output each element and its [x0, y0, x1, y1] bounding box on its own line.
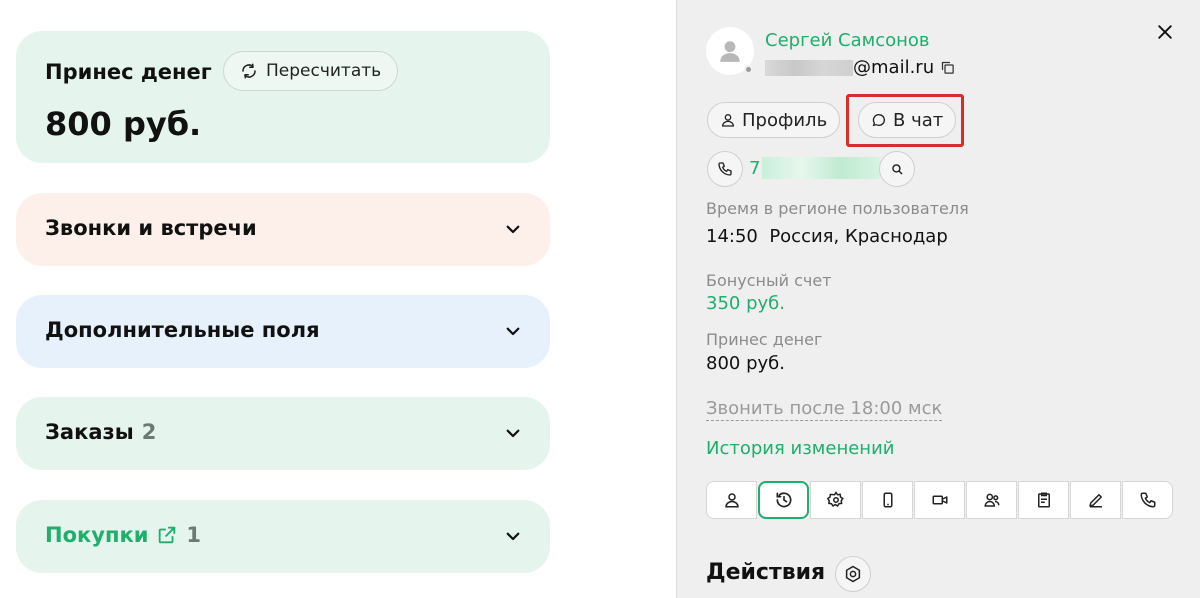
- chevron-down-icon[interactable]: [504, 322, 522, 340]
- email-row: @mail.ru: [765, 57, 955, 78]
- action-tabbar: [706, 481, 1173, 519]
- tab-users[interactable]: [966, 481, 1017, 519]
- refresh-icon: [242, 63, 256, 79]
- tab-video[interactable]: [914, 481, 965, 519]
- chevron-down-icon[interactable]: [504, 220, 522, 238]
- settings-icon: [826, 491, 844, 508]
- orders-title: Заказы: [45, 420, 134, 444]
- extra-fields-card[interactable]: Дополнительные поля: [16, 295, 550, 368]
- chevron-down-icon[interactable]: [504, 424, 522, 442]
- hexagon-settings-icon: [845, 565, 861, 583]
- tab-profile[interactable]: [706, 481, 757, 519]
- recalculate-label: Пересчитать: [266, 61, 382, 81]
- purchases-count: 1: [186, 523, 202, 547]
- phone-redacted: [762, 157, 881, 179]
- close-icon[interactable]: [1155, 22, 1175, 42]
- money-value-panel: 800 руб.: [706, 353, 785, 374]
- purchases-card[interactable]: Покупки 1: [16, 500, 550, 573]
- money-card: Принес денег Пересчитать 800 руб.: [16, 31, 550, 163]
- tab-history[interactable]: [758, 481, 809, 519]
- tab-phone[interactable]: [1122, 481, 1173, 519]
- money-label: Принес денег: [706, 330, 823, 349]
- money-title: Принес денег: [45, 60, 212, 84]
- orders-count: 2: [141, 420, 157, 444]
- call-button[interactable]: [707, 151, 743, 187]
- call-after-note[interactable]: Звонить после 18:00 мск: [706, 398, 943, 421]
- client-cards-column: Принес денег Пересчитать 800 руб. Звонки…: [0, 0, 676, 598]
- users-icon: [983, 493, 999, 507]
- calls-meetings-title: Звонки и встречи: [45, 216, 257, 240]
- phone-icon: [718, 162, 732, 176]
- chevron-down-icon[interactable]: [504, 527, 522, 545]
- phone-icon: [1140, 492, 1155, 508]
- search-icon: [892, 164, 903, 175]
- clipboard-icon: [1037, 492, 1050, 508]
- highlight-box: [846, 94, 964, 147]
- external-link-icon[interactable]: [156, 524, 178, 546]
- calls-meetings-card[interactable]: Звонки и встречи: [16, 193, 550, 266]
- client-details-panel: Сергей Самсонов @mail.ru Профиль В чат 7…: [676, 0, 1200, 598]
- user-icon: [724, 493, 739, 508]
- status-dot: [744, 65, 753, 74]
- time-value: 14:50 Россия, Краснодар: [706, 226, 948, 247]
- actions-settings-button[interactable]: [835, 556, 871, 592]
- tab-settings[interactable]: [810, 481, 861, 519]
- phone-prefix: 7: [749, 157, 761, 179]
- video-icon: [932, 495, 947, 505]
- email-redacted: [765, 59, 853, 76]
- tab-edit[interactable]: [1070, 481, 1121, 519]
- profile-label: Профиль: [742, 109, 828, 131]
- history-icon: [776, 492, 791, 508]
- user-icon: [721, 114, 735, 127]
- orders-card[interactable]: Заказы 2: [16, 397, 550, 470]
- tab-clipboard[interactable]: [1018, 481, 1069, 519]
- actions-title: Действия: [706, 560, 826, 585]
- pencil-icon: [1088, 494, 1102, 508]
- bonus-value[interactable]: 350 руб.: [706, 293, 785, 314]
- email-domain: @mail.ru: [853, 57, 935, 78]
- user-placeholder-icon: [720, 41, 740, 62]
- profile-button[interactable]: Профиль: [707, 102, 841, 138]
- money-value: 800 руб.: [45, 105, 202, 143]
- search-phone-button[interactable]: [879, 151, 915, 187]
- copy-icon[interactable]: [940, 60, 955, 75]
- mobile-icon: [883, 492, 892, 508]
- history-link[interactable]: История изменений: [706, 438, 894, 459]
- extra-fields-title: Дополнительные поля: [45, 318, 320, 342]
- bonus-label: Бонусный счет: [706, 271, 832, 290]
- tab-mobile[interactable]: [862, 481, 913, 519]
- purchases-title[interactable]: Покупки: [45, 523, 148, 547]
- recalculate-button[interactable]: Пересчитать: [223, 51, 399, 91]
- time-label: Время в регионе пользователя: [706, 199, 969, 218]
- user-name[interactable]: Сергей Самсонов: [765, 30, 930, 51]
- phone-number[interactable]: 7: [749, 157, 881, 179]
